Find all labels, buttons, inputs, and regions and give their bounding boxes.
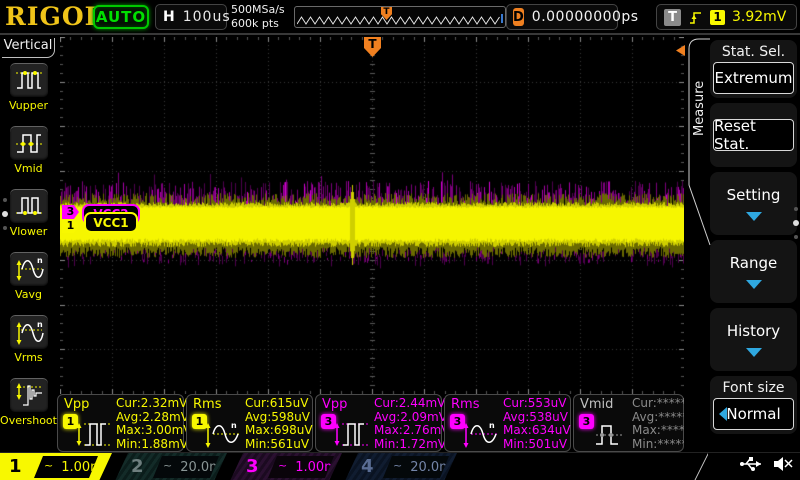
left-measure-menu: Vertical Vupper Vmid Vlower n Vavg n Vrm… — [0, 35, 57, 452]
usb-icon — [740, 457, 761, 471]
coupling-ac-icon: ~ — [393, 458, 403, 472]
svg-text:n: n — [37, 256, 43, 265]
menu-item-vmid[interactable]: Vmid — [0, 121, 57, 184]
measurement-panel[interactable]: Rms 1 n Cur:615uV Avg:598uV Max:698uV Mi… — [186, 394, 313, 452]
channel2-scale: 20.0mV — [180, 459, 231, 475]
waveform-display: T 3 1 VCC2 VCC1 — [60, 37, 685, 394]
speaker-muted-icon — [774, 457, 793, 471]
channel3-scale: 1.00mV — [295, 459, 346, 475]
coupling-ac-icon: ~ — [44, 458, 54, 472]
menu-item-overshoot[interactable]: Overshoot — [0, 373, 57, 436]
measurement-panel[interactable]: Vpp 3 Cur:2.44mV Avg:2.09mV Max:2.76mV M… — [315, 394, 449, 452]
measurement-panels: Vpp 1 Cur:2.32mV Avg:2.28mV Max:3.00mV M… — [57, 394, 691, 452]
menu-item-vavg[interactable]: n Vavg — [0, 247, 57, 310]
menu-item-reset-stat[interactable]: Reset Stat. — [710, 103, 797, 167]
delay-block[interactable]: D 0.00000000ps — [506, 4, 638, 30]
chevron-down-icon — [745, 212, 762, 221]
chevron-down-icon — [745, 280, 762, 289]
reset-stat-button[interactable]: Reset Stat. — [713, 117, 794, 153]
channel4-status[interactable]: 4 ~ 20.0mV — [345, 453, 457, 480]
acquisition-info: 500MSa/s 600k pts — [231, 3, 285, 31]
trigger-level-value: 3.92mV — [732, 9, 787, 25]
run-mode-badge[interactable]: AUTO — [93, 5, 149, 29]
preview-wave-icon — [297, 16, 500, 25]
memory-depth: 600k pts — [231, 17, 279, 30]
trigger-block[interactable]: T 1 3.92mV — [656, 4, 797, 30]
chevron-down-icon — [745, 348, 762, 357]
rms-icon: n — [205, 421, 239, 448]
trigger-label: T — [664, 8, 681, 26]
vmid-icon — [8, 125, 49, 161]
left-menu-title: Vertical — [2, 38, 55, 58]
timebase-block[interactable]: H 100us — [155, 4, 230, 30]
font-size-button[interactable]: Normal — [713, 398, 794, 430]
channel4-scale: 20.0mV — [410, 459, 461, 475]
measurement-panel[interactable]: Vpp 1 Cur:2.32mV Avg:2.28mV Max:3.00mV M… — [57, 394, 191, 452]
vmid-icon — [596, 425, 624, 445]
waveform-canvas — [60, 37, 684, 394]
menu-item-stat-sel[interactable]: Stat. Sel. Extremum — [710, 40, 797, 98]
measurement-panel[interactable]: Rms 3 n Cur:553uV Avg:538uV Max:634uV Mi… — [444, 394, 571, 452]
menu-item-setting[interactable]: Setting — [710, 172, 797, 235]
signal-label-vcc1[interactable]: VCC1 — [84, 212, 138, 233]
vlower-icon — [8, 188, 49, 224]
trigger-source-badge: 1 — [710, 9, 725, 25]
measurement-panel[interactable]: Vmid 3 Cur:***** Avg:***** Max:***** Min… — [573, 394, 691, 452]
measure-tab[interactable]: Measure — [692, 43, 712, 173]
status-divider — [694, 453, 708, 480]
channel1-scale: 1.00mV — [61, 459, 112, 475]
menu-item-range[interactable]: Range — [710, 240, 797, 303]
oscilloscope-screen: RIGOL AUTO H 100us 500MSa/s 600k pts T D… — [0, 0, 800, 480]
svg-text:n: n — [489, 421, 495, 430]
vavg-icon: n — [8, 251, 49, 287]
chevron-left-icon — [719, 407, 727, 421]
channel-status-bar: 1 ~ 1.00mV 2 ~ 20.0mV 3 ~ 1.00mV 4 ~ 20.… — [0, 452, 800, 480]
timebase-value: 100us — [182, 9, 231, 25]
menu-item-vrms[interactable]: n Vrms — [0, 310, 57, 373]
right-menu-page-dots — [793, 207, 799, 239]
overshoot-icon — [8, 377, 49, 413]
right-softkey-menu: Measure Stat. Sel. Extremum Reset Stat. … — [684, 35, 800, 452]
delay-icon: D — [513, 8, 524, 26]
left-menu-page-dots — [1, 198, 9, 230]
channel2-status[interactable]: 2 ~ 20.0mV — [115, 453, 227, 480]
menu-item-font-size[interactable]: Font size Normal — [710, 376, 797, 434]
menu-item-vupper[interactable]: Vupper — [0, 58, 57, 121]
vupper-icon — [8, 62, 49, 98]
sample-rate: 500MSa/s — [231, 3, 285, 16]
waveform-preview[interactable]: T — [294, 6, 506, 28]
svg-text:n: n — [231, 421, 237, 430]
svg-text:n: n — [37, 320, 43, 329]
preview-window-cursor — [501, 14, 503, 23]
rising-edge-icon — [690, 11, 701, 24]
stat-sel-button[interactable]: Extremum — [713, 62, 794, 94]
channel1-status[interactable]: 1 ~ 1.00mV — [0, 453, 112, 480]
channel3-status[interactable]: 3 ~ 1.00mV — [230, 453, 342, 480]
vpp-icon — [76, 423, 110, 446]
rigol-logo: RIGOL — [5, 2, 104, 31]
vrms-icon: n — [8, 314, 49, 350]
coupling-ac-icon: ~ — [278, 458, 288, 472]
vpp-icon — [334, 423, 368, 446]
timebase-label: H — [163, 9, 175, 25]
rms-icon: n — [463, 421, 497, 448]
coupling-ac-icon: ~ — [163, 458, 173, 472]
delay-value: 0.00000000ps — [531, 9, 639, 25]
menu-item-history[interactable]: History — [710, 308, 797, 371]
top-status-bar: RIGOL AUTO H 100us 500MSa/s 600k pts T D… — [0, 0, 800, 35]
